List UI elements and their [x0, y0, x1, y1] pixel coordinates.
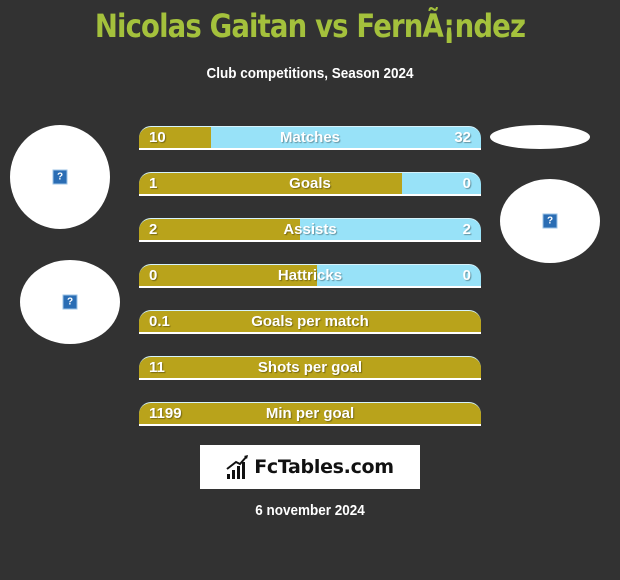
left-value: 1199 — [149, 405, 182, 422]
missing-image-icon: ? — [62, 294, 78, 310]
right-value: 2 — [462, 221, 471, 238]
stat-bar-shots-per-goal: Shots per goal 11 — [139, 356, 481, 380]
bar-chart-icon — [226, 455, 249, 479]
left-value: 11 — [149, 359, 165, 376]
stat-bar-hattricks: Hattricks 0 0 — [139, 264, 481, 288]
right-club-logo: ? — [500, 179, 600, 263]
right-value: 0 — [462, 267, 471, 284]
stat-bar-goals-per-match: Goals per match 0.1 — [139, 310, 481, 334]
logo-text: FcTables.com — [254, 456, 394, 478]
left-player-photo: ? — [10, 125, 110, 229]
right-player-photo — [490, 125, 590, 149]
stat-bar-assists: Assists 2 2 — [139, 218, 481, 242]
stat-label: Shots per goal — [257, 359, 363, 376]
stat-label: Goals per match — [251, 313, 369, 330]
fctables-logo[interactable]: FcTables.com — [200, 445, 420, 489]
stat-bar-goals: Goals 1 0 — [139, 172, 481, 196]
subtitle: Club competitions, Season 2024 — [206, 65, 414, 82]
stat-bar-min-per-goal: Min per goal 1199 — [139, 402, 481, 426]
stat-bar-matches: Matches 10 32 — [139, 126, 481, 150]
stat-label: Goals — [289, 175, 331, 192]
date: 6 november 2024 — [255, 502, 365, 519]
stat-label: Min per goal — [265, 405, 355, 422]
missing-image-icon: ? — [542, 213, 558, 229]
stat-label: Matches — [279, 129, 341, 146]
left-value: 0 — [149, 267, 158, 284]
left-value: 2 — [149, 221, 158, 238]
left-value: 10 — [149, 129, 166, 146]
page-title: Nicolas Gaitan vs FernÃ¡ndez — [94, 7, 526, 45]
stat-label: Hattricks — [277, 267, 343, 284]
left-club-logo: ? — [20, 260, 120, 344]
left-value: 0.1 — [149, 313, 170, 330]
right-value: 0 — [462, 175, 471, 192]
right-value: 32 — [454, 129, 471, 146]
stat-label: Assists — [283, 221, 337, 238]
left-value: 1 — [149, 175, 158, 192]
missing-image-icon: ? — [52, 169, 68, 185]
